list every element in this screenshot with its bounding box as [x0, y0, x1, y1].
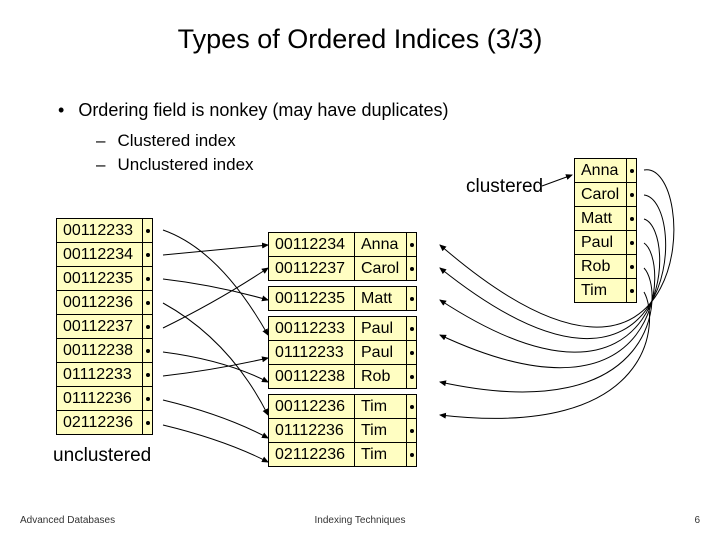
index-row: Tim: [575, 279, 637, 303]
index-row: 00112236: [57, 291, 153, 315]
index-row: Paul: [575, 231, 637, 255]
index-row: 00112237: [57, 315, 153, 339]
data-row: 00112233Paul: [269, 317, 417, 341]
clustered-index-table: Anna Carol Matt Paul Rob Tim: [574, 158, 637, 303]
bullets: Ordering field is nonkey (may have dupli…: [58, 100, 449, 179]
index-row: 00112235: [57, 267, 153, 291]
data-row: 00112235Matt: [269, 287, 417, 311]
index-row: Carol: [575, 183, 637, 207]
data-row: 01112236Tim: [269, 419, 417, 443]
data-row: 00112238Rob: [269, 365, 417, 389]
data-row: 01112233Paul: [269, 341, 417, 365]
slide: Types of Ordered Indices (3/3) Ordering …: [0, 0, 720, 540]
index-row: 00112233: [57, 219, 153, 243]
index-row: Rob: [575, 255, 637, 279]
index-row: 00112238: [57, 339, 153, 363]
bullet-level-2: Clustered index: [96, 131, 449, 151]
footer-center: Indexing Techniques: [0, 515, 720, 526]
bullet-level-1: Ordering field is nonkey (may have dupli…: [58, 100, 449, 121]
index-row: 01112236: [57, 387, 153, 411]
index-row: 00112234: [57, 243, 153, 267]
page-title: Types of Ordered Indices (3/3): [0, 24, 720, 55]
page-number: 6: [694, 515, 700, 526]
unclustered-index-table: 00112233 00112234 00112235 00112236 0011…: [56, 218, 153, 435]
data-row: 00112236Tim: [269, 395, 417, 419]
bullet-level-2: Unclustered index: [96, 155, 449, 175]
index-row: 02112236: [57, 411, 153, 435]
data-row: 00112237Carol: [269, 257, 417, 281]
data-row: 02112236Tim: [269, 443, 417, 467]
clustered-label: clustered: [466, 176, 543, 198]
unclustered-label: unclustered: [53, 445, 151, 467]
data-blocks-table: 00112234Anna 00112237Carol 00112235Matt …: [268, 232, 417, 467]
data-row: 00112234Anna: [269, 233, 417, 257]
index-row: 01112233: [57, 363, 153, 387]
index-row: Anna: [575, 159, 637, 183]
index-row: Matt: [575, 207, 637, 231]
